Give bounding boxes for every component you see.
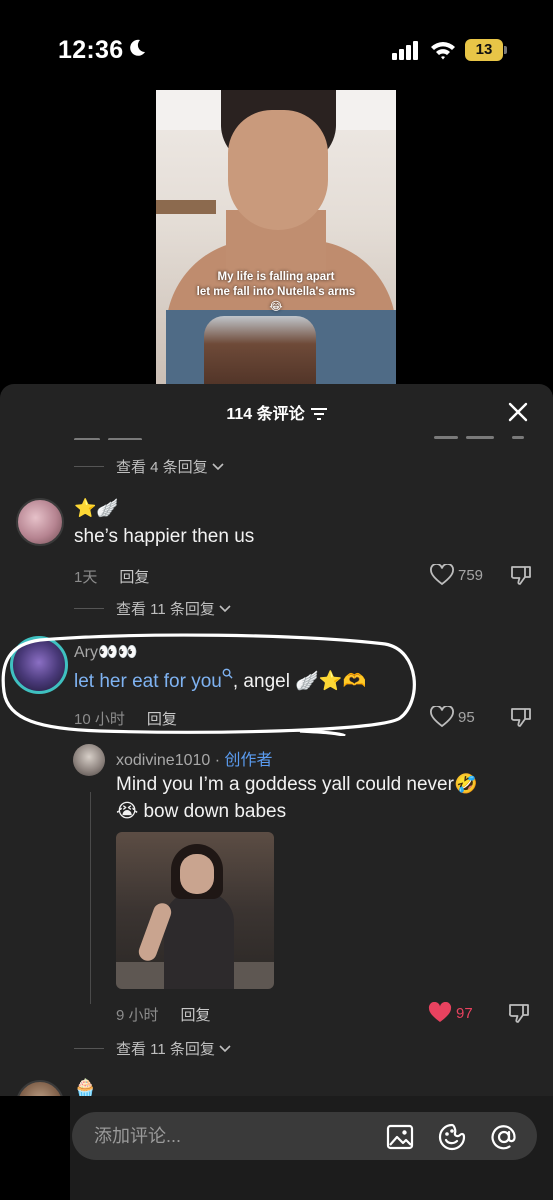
reply-username: xodivine1010 · 创作者 [116,752,273,769]
comment-input-bar [0,1096,553,1200]
heart-filled-icon [428,1002,452,1022]
like-button[interactable]: 759 [430,564,483,586]
chevron-down-icon [219,604,231,612]
dislike-icon[interactable] [510,706,532,728]
previous-comment-fragment [74,428,534,440]
battery-icon: 13 [465,39,507,61]
comment-time: 1天 [74,569,98,586]
reply-image[interactable] [116,832,274,989]
emoji-icon[interactable] [438,1123,466,1151]
reply-meta: 9 小时 回复 [116,1004,211,1025]
like-count: 97 [456,1004,473,1022]
chevron-down-icon [212,462,224,470]
comment-input-container[interactable] [72,1112,537,1160]
reply-time: 9 小时 [116,1007,159,1024]
highlight-circle-annotation [1,633,416,736]
avatar[interactable] [16,498,64,546]
comments-sheet: 114 条评论 查看 4 条回复 ⭐🪽 she’s happier then u… [0,384,553,1200]
video-player[interactable]: My life is falling apart let me fall int… [156,90,396,385]
close-icon[interactable] [507,401,529,423]
video-caption: My life is falling apart let me fall int… [196,271,356,313]
like-button[interactable]: 97 [428,1002,473,1024]
comment-text: she’s happier then us [74,526,255,547]
dislike-icon[interactable] [508,1002,530,1024]
mention-icon[interactable] [490,1123,518,1151]
signal-icon [392,41,418,60]
heart-icon [430,706,454,728]
heart-icon [430,564,454,586]
comments-title: 114 条评论 [0,400,553,424]
creator-badge: 创作者 [224,752,273,769]
moon-icon [130,39,145,56]
sort-icon[interactable] [310,408,327,420]
comment-input[interactable] [94,1124,364,1148]
wifi-icon [431,42,455,60]
view-replies-button[interactable]: 查看 11 条回复 [74,598,231,619]
reply-button[interactable]: 回复 [119,566,149,587]
like-count: 95 [458,708,475,726]
like-button[interactable]: 95 [430,706,475,728]
reply-text-line: Mind you I’m a goddess yall could never🤣 [116,774,478,795]
view-replies-button[interactable]: 查看 11 条回复 [74,1038,231,1059]
like-count: 759 [458,566,484,584]
dislike-icon[interactable] [510,564,532,586]
chevron-down-icon [219,1044,231,1052]
comment-meta: 1天 回复 [74,566,149,587]
status-time: 12:36 [58,36,124,64]
avatar[interactable] [73,744,105,776]
thread-line [90,792,91,1004]
avatar [0,1096,70,1200]
battery-level: 13 [475,41,493,58]
reply-button[interactable]: 回复 [181,1004,211,1025]
comment-badges: ⭐🪽 [74,498,119,518]
image-icon[interactable] [386,1123,414,1151]
view-replies-button[interactable]: 查看 4 条回复 [74,456,224,477]
reply-text-line: 😭 bow down babes [116,801,287,822]
status-bar: 12:36 13 [0,0,553,90]
